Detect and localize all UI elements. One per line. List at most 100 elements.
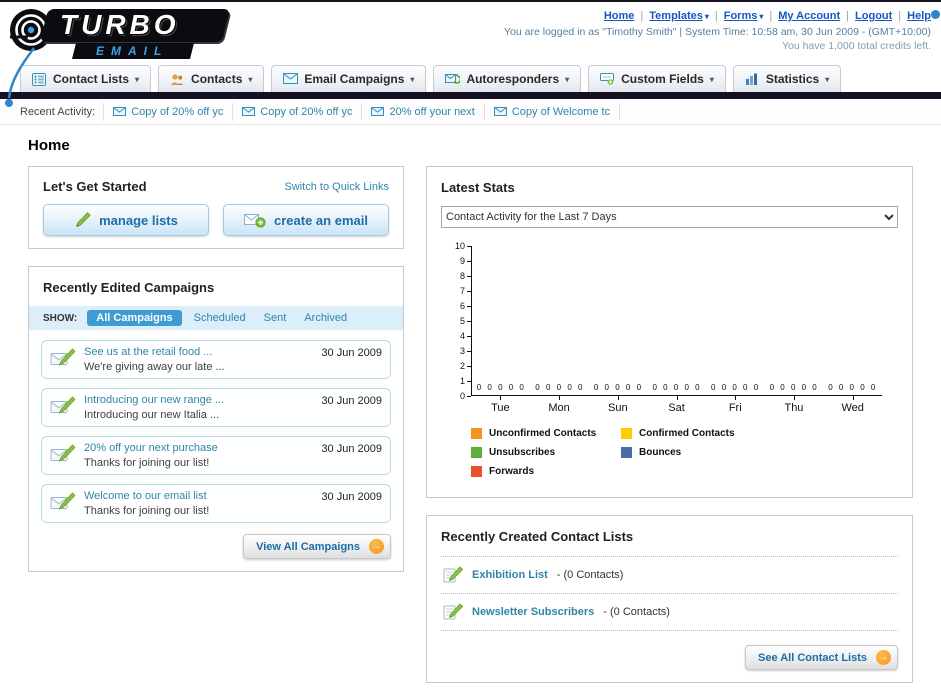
legend-swatch [471, 447, 482, 458]
recent-activity-item-1[interactable]: Copy of 20% off yc [103, 102, 232, 121]
recent-activity-item-label: Copy of 20% off yc [260, 105, 353, 118]
recent-activity-item-4[interactable]: Copy of Welcome tc [483, 102, 621, 121]
campaign-tab-all-campaigns[interactable]: All Campaigns [87, 310, 182, 326]
envelope-pencil-icon [50, 442, 76, 464]
envelope-icon [242, 107, 256, 116]
legend-label: Unconfirmed Contacts [489, 428, 597, 439]
legend-label: Bounces [639, 447, 682, 458]
nav-tab-label: Contacts [191, 72, 243, 86]
brand-name: TURBO [60, 9, 180, 40]
create-email-button[interactable]: create an email [223, 204, 389, 236]
campaign-item: 20% off your next purchase Thanks for jo… [41, 436, 391, 475]
main-nav: Contact Lists ▾ Contacts ▾ Email Campaig… [0, 65, 941, 92]
manage-lists-button[interactable]: manage lists [43, 204, 209, 236]
view-all-campaigns-button[interactable]: View All Campaigns → [243, 534, 391, 559]
legend-item: Confirmed Contacts [621, 428, 771, 439]
campaign-title-link[interactable]: Introducing our new range ... [84, 394, 313, 406]
x-axis-label: Thu [765, 396, 824, 414]
campaign-list: See us at the retail food ... We're givi… [29, 330, 403, 523]
stats-filter-select[interactable]: Contact Activity for the Last 7 Days [441, 206, 898, 228]
top-link-forms[interactable]: Forms ▾ [724, 10, 764, 22]
nav-tab-label: Email Campaigns [304, 72, 405, 86]
recent-activity-item-2[interactable]: Copy of 20% off yc [232, 102, 361, 121]
campaign-tabs: All Campaigns Scheduled Sent Archived [87, 310, 353, 326]
contact-list-name-link[interactable]: Exhibition List [472, 569, 548, 581]
campaign-text: 20% off your next purchase Thanks for jo… [84, 442, 313, 469]
chevron-down-icon: ▾ [709, 74, 714, 84]
header-right: Home | Templates ▾ | Forms ▾ | My Account | Logout… [504, 7, 931, 64]
activity-chart: 10 9 8 7 6 5 4 3 2 1 0 0 0 0 0 00 0 0 0 00 0 0 0 0… [441, 241, 898, 414]
credits-info: You have 1,000 total credits left. [781, 40, 931, 52]
pencil-icon [74, 212, 91, 228]
recent-activity-item-label: Copy of Welcome tc [511, 105, 611, 118]
top-link-logout[interactable]: Logout [855, 10, 892, 22]
app-window: TURBO EMAIL Home | Templates ▾ | Forms ▾ | My Ac… [0, 0, 941, 683]
chevron-down-icon: ▾ [410, 74, 415, 84]
nav-tab-email-campaigns[interactable]: Email Campaigns ▾ [271, 65, 427, 92]
nav-tab-label: Contact Lists [53, 72, 130, 86]
pencil-list-icon [443, 566, 463, 584]
link-separator: | [714, 10, 718, 22]
get-started-title: Let's Get Started [43, 179, 147, 194]
recent-activity-item-label: Copy of 20% off yc [131, 105, 224, 118]
chart-legend: Unconfirmed Contacts Confirmed Contacts … [471, 428, 898, 485]
latest-stats-title: Latest Stats [441, 180, 515, 195]
campaign-title-link[interactable]: See us at the retail food ... [84, 346, 313, 358]
contact-list-item: Exhibition List - (0 Contacts) [441, 556, 898, 593]
nav-tab-label: Statistics [765, 72, 820, 86]
contact-list-detail: - (0 Contacts) [556, 569, 624, 581]
envelope-icon [493, 107, 507, 116]
top-link-home[interactable]: Home [604, 10, 635, 22]
top-link-help[interactable]: Help [907, 10, 931, 22]
chart-plot-area: 0 0 0 0 0 0 0 0 0 0 0 0 0 0 0 0 0 0 0 0 0 0 … [471, 246, 882, 396]
campaign-title-link[interactable]: Welcome to our email list [84, 490, 313, 502]
autoresponders-icon [445, 72, 461, 86]
x-axis-label: Sun [588, 396, 647, 414]
envelope-icon [113, 107, 127, 116]
nav-tab-contacts[interactable]: Contacts ▾ [158, 65, 265, 92]
campaign-date: 30 Jun 2009 [321, 395, 382, 407]
campaign-tab-scheduled[interactable]: Scheduled [188, 310, 252, 326]
chart-y-axis: 10 9 8 7 6 5 4 3 2 1 0 [454, 241, 465, 401]
contact-list-detail: - (0 Contacts) [603, 606, 670, 618]
campaign-date: 30 Jun 2009 [321, 347, 382, 359]
contact-list-name-link[interactable]: Newsletter Subscribers [472, 606, 594, 618]
top-link-templates[interactable]: Templates ▾ [649, 10, 709, 22]
nav-tab-autoresponders[interactable]: Autoresponders ▾ [433, 65, 582, 92]
value-label-group: 0 0 0 0 0 [476, 383, 526, 392]
session-info: You are logged in as "Timothy Smith" | S… [504, 26, 931, 38]
legend-swatch [621, 447, 632, 458]
contact-lists: Exhibition List - (0 Contacts) Newslette… [441, 556, 898, 631]
x-axis-label: Tue [471, 396, 530, 414]
link-separator: | [640, 10, 644, 22]
campaign-title-link[interactable]: 20% off your next purchase [84, 442, 313, 454]
nav-tab-custom-fields[interactable]: Custom Fields ▾ [588, 65, 726, 92]
recent-activity-item-label: 20% off your next [389, 105, 475, 118]
link-separator: | [898, 10, 902, 22]
campaign-tab-archived[interactable]: Archived [298, 310, 353, 326]
legend-swatch [471, 428, 482, 439]
switch-quick-links-link[interactable]: Switch to Quick Links [284, 181, 389, 193]
value-label-group: 0 0 0 0 0 [769, 383, 819, 392]
campaign-tab-sent[interactable]: Sent [258, 310, 293, 326]
arrow-right-icon: → [369, 539, 384, 554]
nav-tab-contact-lists[interactable]: Contact Lists ▾ [20, 65, 152, 92]
campaign-item: See us at the retail food ... We're givi… [41, 340, 391, 379]
legend-label: Confirmed Contacts [639, 428, 735, 439]
see-all-contact-lists-button[interactable]: See All Contact Lists → [744, 645, 898, 670]
recent-campaigns-title: Recently Edited Campaigns [43, 280, 215, 295]
top-link-my-account[interactable]: My Account [778, 10, 840, 22]
link-separator: | [846, 10, 850, 22]
nav-tab-statistics[interactable]: Statistics ▾ [732, 65, 842, 92]
campaign-text: See us at the retail food ... We're givi… [84, 346, 313, 373]
recent-activity-item-3[interactable]: 20% off your next [361, 102, 483, 121]
get-started-panel: Let's Get Started Switch to Quick Links … [28, 166, 404, 249]
main-content: Home Let's Get Started Switch to Quick L… [0, 137, 941, 700]
app-logo[interactable]: TURBO EMAIL [8, 7, 258, 63]
campaign-date: 30 Jun 2009 [321, 443, 382, 455]
recent-activity-items: Copy of 20% off yc Copy of 20% off yc 20… [103, 102, 621, 121]
corner-dot-decoration [931, 10, 940, 19]
legend-item: Bounces [621, 447, 771, 458]
recent-contact-lists-panel: Recently Created Contact Lists Exhibitio… [426, 515, 913, 683]
right-column: Latest Stats Contact Activity for the La… [426, 166, 913, 700]
